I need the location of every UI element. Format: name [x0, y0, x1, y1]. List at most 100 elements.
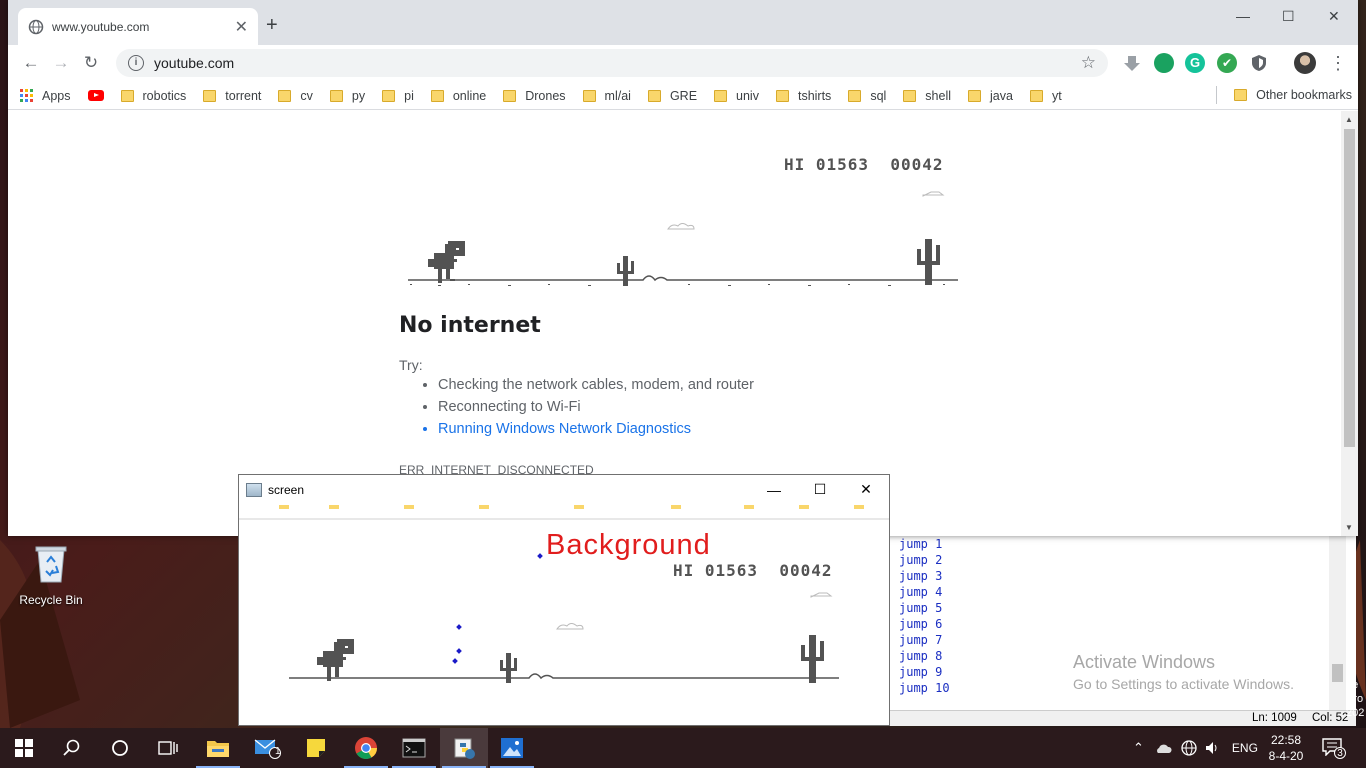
edge-text: de Pro 202: [1346, 678, 1364, 720]
bookmark-label: shell: [925, 88, 952, 103]
folder-icon: [329, 89, 343, 102]
folder-icon: [503, 89, 517, 102]
bookmark-folder-yt[interactable]: yt: [1029, 89, 1062, 103]
dino-game-canvas[interactable]: [398, 181, 958, 291]
scroll-thumb[interactable]: [1344, 129, 1355, 447]
volume-speaker-icon[interactable]: [1204, 740, 1222, 756]
bookmark-folder-py[interactable]: py: [329, 88, 366, 103]
new-tab-button[interactable]: +: [266, 14, 278, 37]
chrome-taskbar-button[interactable]: [342, 728, 390, 768]
bookmark-folder-univ[interactable]: univ: [714, 89, 759, 103]
shield-extension-icon[interactable]: [1249, 53, 1269, 73]
bookmark-apps[interactable]: Apps: [20, 89, 71, 103]
error-title: No internet: [399, 313, 541, 338]
page-scrollbar[interactable]: ▲ ▼: [1341, 111, 1358, 536]
menu-kebab-icon[interactable]: ⋮: [1328, 53, 1348, 73]
python-icon: [454, 738, 475, 759]
console-line: jump 3: [899, 569, 943, 583]
scroll-down-icon[interactable]: ▼: [1345, 523, 1353, 532]
screen-minimize-button[interactable]: —: [751, 482, 797, 498]
folder-icon: [903, 89, 917, 102]
site-info-icon[interactable]: i: [128, 55, 144, 71]
clock-time: 22:58: [1270, 733, 1302, 747]
folder-icon: [775, 89, 789, 102]
console-line: jump 2: [899, 553, 943, 567]
search-button[interactable]: [48, 728, 96, 768]
suggestion-item: Reconnecting to Wi-Fi: [438, 399, 754, 415]
maximize-button[interactable]: ☐: [1282, 8, 1295, 25]
screen-close-button[interactable]: ✕: [843, 481, 889, 498]
console-line: jump 1: [899, 537, 943, 551]
forward-button[interactable]: →: [46, 49, 76, 77]
bookmark-label: cv: [300, 88, 313, 103]
download-extension-icon[interactable]: [1122, 53, 1142, 73]
photos-button[interactable]: [488, 728, 536, 768]
bookmark-folder-robotics[interactable]: robotics: [120, 89, 186, 103]
console-line: jump 5: [899, 601, 943, 615]
back-button[interactable]: ←: [16, 49, 46, 77]
onedrive-cloud-icon[interactable]: [1154, 740, 1172, 756]
photos-icon: [501, 738, 523, 758]
bookmark-folder-cv[interactable]: cv: [278, 89, 313, 103]
taskbar: 1 ⌃ ENG 22:58 8-4-20 3: [0, 728, 1366, 768]
folder-icon: [582, 89, 596, 102]
current-score-text: 00042: [890, 155, 944, 174]
sticky-notes-icon: [307, 739, 325, 757]
bookmark-star-icon[interactable]: ☆: [1081, 53, 1096, 73]
taskbar-clock[interactable]: 22:58 8-4-20: [1262, 732, 1310, 764]
tab-youtube[interactable]: www.youtube.com ✕: [18, 8, 258, 45]
bookmark-folder-torrent[interactable]: torrent: [203, 89, 261, 103]
bookmark-folder-gre[interactable]: GRE: [647, 89, 697, 103]
action-center-button[interactable]: 3: [1322, 738, 1346, 759]
bookmark-folder-ml-ai[interactable]: ml/ai: [582, 89, 631, 103]
network-diagnostics-link[interactable]: Running Windows Network Diagnostics: [438, 421, 754, 437]
bookmark-folder-sql[interactable]: sql: [848, 89, 886, 103]
cortana-button[interactable]: [96, 728, 144, 768]
bookmark-youtube[interactable]: [87, 90, 104, 101]
language-indicator[interactable]: ENG: [1232, 741, 1258, 755]
task-view-button[interactable]: [144, 728, 192, 768]
bookmark-label: sql: [870, 88, 887, 103]
close-button[interactable]: ✕: [1328, 8, 1340, 25]
profile-avatar[interactable]: [1294, 52, 1316, 74]
console-scrollbar[interactable]: [1329, 536, 1346, 710]
start-button[interactable]: [0, 728, 48, 768]
show-hidden-icons-chevron-icon[interactable]: ⌃: [1133, 740, 1144, 756]
bookmark-label: py: [351, 88, 366, 103]
mail-button[interactable]: 1: [244, 728, 292, 768]
scroll-up-icon[interactable]: ▲: [1345, 115, 1353, 124]
screen-maximize-button[interactable]: ☐: [797, 481, 843, 498]
grammarly-extension-icon[interactable]: G: [1185, 53, 1205, 73]
window-app-icon: [246, 482, 262, 497]
bookmark-folder-shell[interactable]: shell: [903, 89, 951, 103]
recycle-bin-icon[interactable]: Recycle Bin: [14, 544, 88, 607]
screen-window-titlebar[interactable]: screen — ☐ ✕: [239, 475, 889, 504]
bookmark-folder-online[interactable]: online: [430, 89, 486, 103]
url-text[interactable]: youtube.com: [154, 55, 1081, 71]
console-window[interactable]: jump 1 jump 2 jump 3 jump 4 jump 5 jump …: [890, 536, 1356, 726]
other-bookmarks[interactable]: Other bookmarks: [1234, 88, 1352, 102]
bookmark-folder-tshirts[interactable]: tshirts: [775, 89, 831, 103]
python-idle-button[interactable]: [440, 728, 488, 768]
bookmark-folder-pi[interactable]: pi: [382, 89, 414, 103]
bookmark-folder-drones[interactable]: Drones: [503, 89, 566, 103]
file-explorer-button[interactable]: [194, 728, 242, 768]
address-bar[interactable]: i youtube.com ☆: [116, 49, 1108, 77]
evernote-extension-icon[interactable]: [1154, 53, 1174, 73]
bookmark-folder-java[interactable]: java: [968, 89, 1013, 103]
console-scroll-thumb[interactable]: [1332, 664, 1343, 682]
reload-button[interactable]: ↻: [76, 49, 106, 77]
checkmark-extension-icon[interactable]: ✔: [1217, 53, 1237, 73]
terminal-button[interactable]: [390, 728, 438, 768]
folder-icon: [382, 89, 396, 102]
search-icon: [63, 739, 80, 756]
screen-window[interactable]: screen — ☐ ✕ Background HI 01563 00042: [238, 474, 890, 726]
bookmarks-separator: [1216, 86, 1217, 104]
minimize-button[interactable]: —: [1236, 8, 1250, 24]
chrome-window[interactable]: www.youtube.com ✕ + — ☐ ✕ ← → ↻ i youtub…: [8, 0, 1358, 536]
tab-close-icon[interactable]: ✕: [235, 17, 248, 37]
console-line: jump 4: [899, 585, 943, 599]
folder-icon: [203, 89, 217, 102]
network-globe-icon[interactable]: [1180, 739, 1198, 757]
sticky-notes-button[interactable]: [292, 728, 340, 768]
